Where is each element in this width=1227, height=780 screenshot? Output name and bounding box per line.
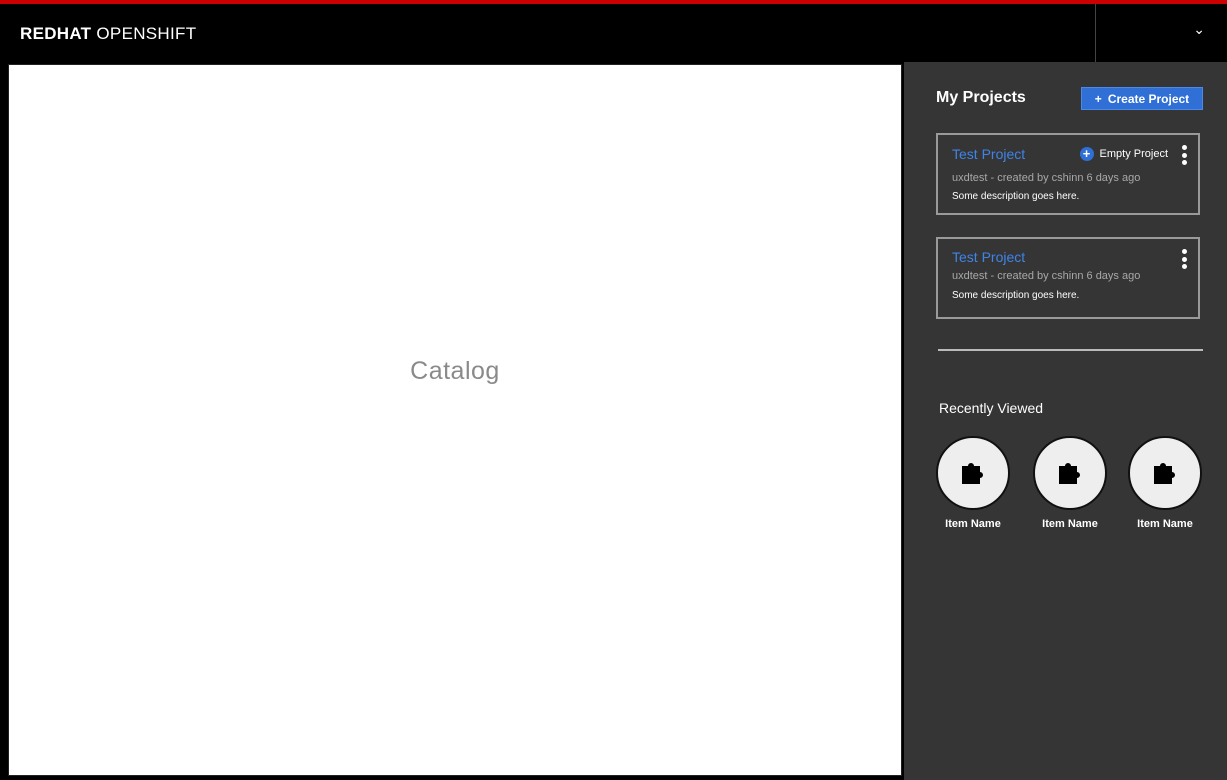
section-divider [938, 349, 1203, 351]
create-project-button[interactable]: + Create Project [1081, 87, 1203, 110]
item-name: Item Name [1137, 518, 1193, 530]
chevron-down-icon: ⌄ [1193, 22, 1205, 38]
top-navbar: REDHAT OPENSHIFT ⌄ [0, 0, 1227, 62]
puzzle-icon [1154, 463, 1175, 484]
project-name-link[interactable]: Test Project [952, 249, 1025, 265]
catalog-panel: Catalog [8, 64, 902, 776]
puzzle-icon [962, 463, 983, 484]
brand-bold: REDHAT [20, 24, 92, 43]
item-thumbnail [936, 436, 1010, 510]
puzzle-icon [1059, 463, 1080, 484]
plus-icon: + [1094, 91, 1102, 106]
brand-logo[interactable]: REDHAT OPENSHIFT [20, 24, 196, 44]
user-menu-toggle[interactable]: ⌄ [1095, 4, 1227, 62]
item-thumbnail [1128, 436, 1202, 510]
recently-viewed-item[interactable]: Item Name [1120, 436, 1210, 530]
catalog-label: Catalog [410, 357, 500, 385]
recently-viewed-item[interactable]: Item Name [928, 436, 1018, 530]
recently-viewed-title: Recently Viewed [939, 400, 1044, 416]
item-name: Item Name [1042, 518, 1098, 530]
recently-viewed-item[interactable]: Item Name [1025, 436, 1115, 530]
my-projects-title: My Projects [936, 89, 1026, 106]
project-card[interactable]: Test Project uxdtest - created by cshinn… [936, 237, 1200, 319]
item-thumbnail [1033, 436, 1107, 510]
project-meta: uxdtest - created by cshinn 6 days ago [952, 172, 1141, 184]
project-description: Some description goes here. [952, 191, 1080, 202]
projects-sidebar: My Projects + Create Project Test Projec… [904, 62, 1227, 780]
project-meta: uxdtest - created by cshinn 6 days ago [952, 270, 1141, 282]
project-description: Some description goes here. [952, 290, 1080, 301]
kebab-menu-icon[interactable] [1181, 145, 1187, 165]
kebab-menu-icon[interactable] [1181, 249, 1187, 269]
project-card[interactable]: Test Project + Empty Project uxdtest - c… [936, 133, 1200, 215]
add-circle-icon: + [1079, 147, 1094, 161]
create-project-label: Create Project [1107, 91, 1190, 106]
empty-project-label: Empty Project [1099, 148, 1168, 160]
brand-light: OPENSHIFT [96, 24, 197, 43]
item-name: Item Name [945, 518, 1001, 530]
empty-project-badge: + Empty Project [1079, 147, 1168, 161]
project-name-link[interactable]: Test Project [952, 146, 1025, 162]
